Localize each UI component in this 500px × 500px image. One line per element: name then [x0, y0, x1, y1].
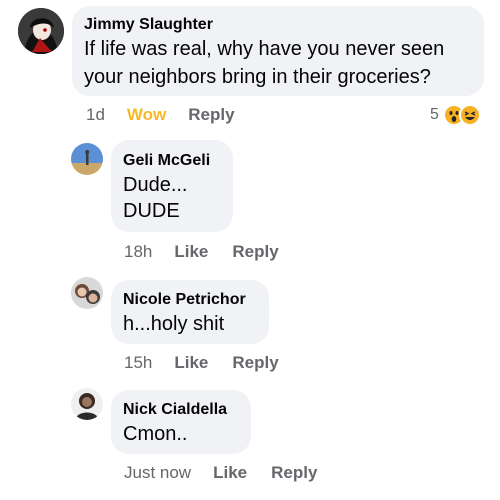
comment-actions: 18h Like Reply	[124, 242, 279, 262]
author-name[interactable]: Geli McGeli	[123, 150, 221, 172]
comment-actions: Just now Like Reply	[124, 463, 317, 483]
avatar-nicole[interactable]	[71, 277, 103, 309]
reaction-summary[interactable]: 5	[430, 104, 481, 126]
avatar-nick[interactable]	[71, 388, 103, 420]
avatar-jimmy[interactable]	[18, 8, 64, 54]
haha-reaction-icon	[458, 104, 481, 126]
timestamp[interactable]: 15h	[124, 353, 152, 373]
comment-actions: 1d Wow Reply	[86, 105, 235, 125]
reply-button[interactable]: Reply	[188, 105, 234, 125]
comment-text-line: your neighbors bring in their groceries?	[84, 66, 431, 88]
avatar-geli[interactable]	[71, 143, 103, 175]
wow-reaction-button[interactable]: Wow	[127, 105, 166, 125]
comment-text-line: DUDE	[123, 200, 180, 222]
reply-button[interactable]: Reply	[271, 463, 317, 483]
avatar-art	[18, 8, 64, 54]
timestamp[interactable]: 1d	[86, 105, 105, 125]
avatar-art	[71, 277, 103, 309]
comment-text-line: h...holy shit	[123, 313, 225, 335]
comment-text-line: If life was real, why have you never see…	[84, 38, 445, 60]
avatar-art	[71, 143, 103, 175]
author-name[interactable]: Nick Cialdella	[123, 399, 239, 421]
comment-bubble: Jimmy Slaughter If life was real, why ha…	[72, 6, 484, 96]
comment-bubble: Nicole Petrichor h...holy shit	[111, 280, 269, 344]
timestamp[interactable]: 18h	[124, 242, 152, 262]
like-button[interactable]: Like	[174, 242, 208, 262]
comment-actions: 15h Like Reply	[124, 353, 279, 373]
reply-button[interactable]: Reply	[232, 353, 278, 373]
comment-text-line: Dude...	[123, 174, 188, 196]
comment-bubble: Nick Cialdella Cmon..	[111, 390, 251, 454]
like-button[interactable]: Like	[174, 353, 208, 373]
avatar-art	[71, 388, 103, 420]
like-button[interactable]: Like	[213, 463, 247, 483]
author-name[interactable]: Nicole Petrichor	[123, 289, 257, 311]
comment-text-line: Cmon..	[123, 423, 188, 445]
timestamp[interactable]: Just now	[124, 463, 191, 483]
reply-button[interactable]: Reply	[232, 242, 278, 262]
comment-bubble: Geli McGeli Dude... DUDE	[111, 140, 233, 232]
author-name[interactable]: Jimmy Slaughter	[84, 15, 472, 35]
reaction-count: 5	[430, 106, 439, 123]
